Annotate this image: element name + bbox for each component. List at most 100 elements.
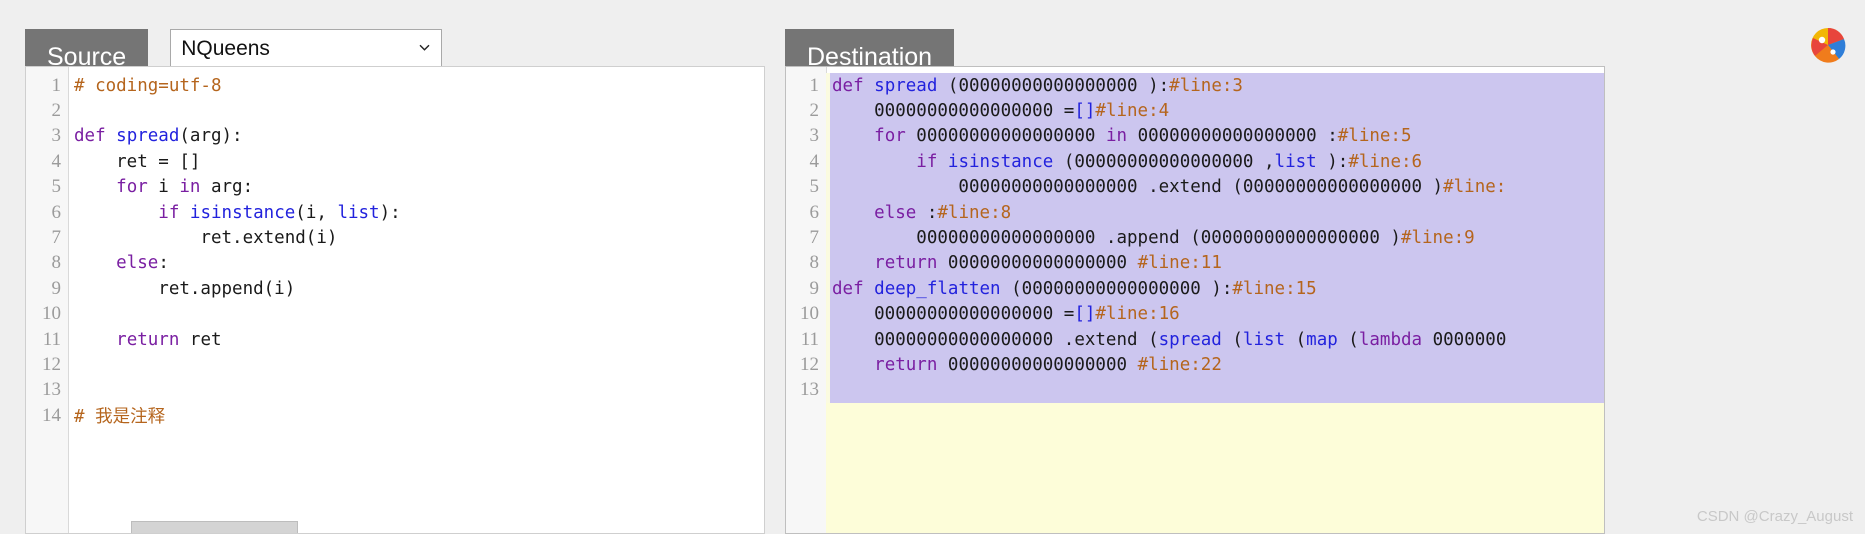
destination-line[interactable]: 10 00000000000000000 =[]#line:16	[786, 302, 1604, 327]
code-token-fn: spread	[874, 76, 937, 96]
destination-line[interactable]: 5 00000000000000000 .extend (00000000000…	[786, 175, 1604, 200]
code-token-kw: return	[116, 330, 179, 350]
code-token-plain	[74, 177, 116, 197]
source-line[interactable]: 13	[26, 378, 764, 403]
source-line[interactable]: 14# 我是注释	[26, 403, 764, 428]
destination-line-number: 7	[786, 227, 826, 249]
source-line[interactable]: 6 if isinstance(i, list):	[26, 200, 764, 225]
code-token-blue: []	[1074, 101, 1095, 121]
destination-highlight-band	[826, 403, 1604, 533]
source-line[interactable]: 1# coding=utf-8	[26, 73, 764, 98]
destination-line-number: 13	[786, 379, 826, 401]
source-line-text: for i in arg:	[68, 177, 253, 197]
code-token-cmt: #line:5	[1338, 126, 1412, 146]
source-line-text: if isinstance(i, list):	[68, 203, 401, 223]
source-code-editor[interactable]: 1# coding=utf-823def spread(arg):4 ret =…	[25, 66, 765, 534]
source-line[interactable]: 10	[26, 302, 764, 327]
source-line[interactable]: 11 return ret	[26, 327, 764, 352]
code-token-cmt: #line:6	[1348, 152, 1422, 172]
source-line-text: ret.append(i)	[68, 279, 295, 299]
destination-line[interactable]: 6 else :#line:8	[786, 200, 1604, 225]
code-token-kw: for	[116, 177, 148, 197]
destination-line[interactable]: 1def spread (00000000000000000 ):#line:3	[786, 73, 1604, 98]
code-token-cmt: #line:15	[1232, 279, 1316, 299]
destination-line[interactable]: 11 00000000000000000 .extend (spread (li…	[786, 327, 1604, 352]
code-token-plain: (	[1222, 330, 1243, 350]
code-token-plain: 00000000000000000 .extend (0000000000000…	[832, 177, 1443, 197]
source-line[interactable]: 9 ret.append(i)	[26, 276, 764, 301]
source-line-number: 4	[26, 151, 68, 173]
destination-panel: Destination 1def spread (000000000000000…	[785, 0, 1605, 534]
code-token-plain: 00000000000000000 =	[832, 101, 1074, 121]
destination-line-number: 1	[786, 75, 826, 97]
source-line[interactable]: 12	[26, 352, 764, 377]
code-token-plain: :	[916, 203, 937, 223]
source-line-number: 7	[26, 227, 68, 249]
code-token-plain: ret.append(i)	[74, 279, 295, 299]
source-line[interactable]: 3def spread(arg):	[26, 124, 764, 149]
code-token-cmt: #line:3	[1169, 76, 1243, 96]
destination-code-editor[interactable]: 1def spread (00000000000000000 ):#line:3…	[785, 66, 1605, 534]
code-token-kw: in	[1106, 126, 1127, 146]
code-token-plain: ret.extend(i)	[74, 228, 337, 248]
source-file-select[interactable]: NQueens	[170, 29, 442, 67]
code-token-fn: map	[1306, 330, 1338, 350]
code-token-plain: (i,	[295, 203, 337, 223]
destination-line-text: 00000000000000000 =[]#line:16	[826, 304, 1180, 324]
code-token-plain: 00000000000000000 .extend (	[832, 330, 1159, 350]
destination-line[interactable]: 2 00000000000000000 =[]#line:4	[786, 98, 1604, 123]
code-token-plain: (arg):	[179, 126, 242, 146]
source-line-text: ret = []	[68, 152, 200, 172]
app-palette-icon[interactable]	[1809, 26, 1847, 64]
code-token-cmt: #line:	[1443, 177, 1506, 197]
source-line-number: 12	[26, 354, 68, 376]
code-token-kw: else	[116, 253, 158, 273]
source-line-number: 9	[26, 278, 68, 300]
source-partial-widget[interactable]	[131, 521, 298, 534]
destination-line-text: else :#line:8	[826, 203, 1011, 223]
source-line-number: 11	[26, 329, 68, 351]
destination-line-number: 11	[786, 329, 826, 351]
code-token-plain: :	[158, 253, 169, 273]
code-token-plain	[106, 126, 117, 146]
destination-line[interactable]: 9def deep_flatten (00000000000000000 ):#…	[786, 276, 1604, 301]
code-token-kw: return	[874, 253, 937, 273]
code-token-plain: 00000000000000000	[937, 355, 1137, 375]
code-token-plain	[832, 355, 874, 375]
code-token-plain: 00000000000000000 =	[832, 304, 1074, 324]
code-token-plain: 00000000000000000	[937, 253, 1137, 273]
code-token-plain: ):	[380, 203, 401, 223]
code-token-plain: (	[1285, 330, 1306, 350]
code-token-fn: list	[337, 203, 379, 223]
source-line[interactable]: 2	[26, 98, 764, 123]
code-token-plain: ret = []	[74, 152, 200, 172]
source-line[interactable]: 5 for i in arg:	[26, 175, 764, 200]
destination-line[interactable]: 3 for 00000000000000000 in 0000000000000…	[786, 124, 1604, 149]
source-line-text: # 我是注释	[68, 403, 165, 428]
code-token-plain	[74, 203, 158, 223]
destination-line[interactable]: 8 return 00000000000000000 #line:11	[786, 251, 1604, 276]
destination-code-lines: 1def spread (00000000000000000 ):#line:3…	[786, 67, 1604, 403]
code-token-plain	[832, 253, 874, 273]
code-token-plain: ):	[1317, 152, 1349, 172]
destination-line[interactable]: 4 if isinstance (00000000000000000 ,list…	[786, 149, 1604, 174]
destination-line[interactable]: 13	[786, 378, 1604, 403]
destination-line-number: 9	[786, 278, 826, 300]
source-code-lines: 1# coding=utf-823def spread(arg):4 ret =…	[26, 67, 764, 428]
source-line-number: 3	[26, 125, 68, 147]
source-line[interactable]: 7 ret.extend(i)	[26, 225, 764, 250]
destination-line[interactable]: 7 00000000000000000 .append (00000000000…	[786, 225, 1604, 250]
source-line-number: 1	[26, 75, 68, 97]
source-line[interactable]: 8 else:	[26, 251, 764, 276]
source-line[interactable]: 4 ret = []	[26, 149, 764, 174]
destination-line[interactable]: 12 return 00000000000000000 #line:22	[786, 352, 1604, 377]
code-token-blue: []	[1074, 304, 1095, 324]
destination-line-number: 10	[786, 303, 826, 325]
source-line-number: 8	[26, 252, 68, 274]
destination-line-number: 3	[786, 125, 826, 147]
destination-line-number: 2	[786, 100, 826, 122]
destination-line-text: return 00000000000000000 #line:22	[826, 355, 1222, 375]
source-panel-header: Source NQueens	[25, 0, 765, 66]
code-token-plain: (	[1338, 330, 1359, 350]
code-token-plain	[864, 279, 875, 299]
